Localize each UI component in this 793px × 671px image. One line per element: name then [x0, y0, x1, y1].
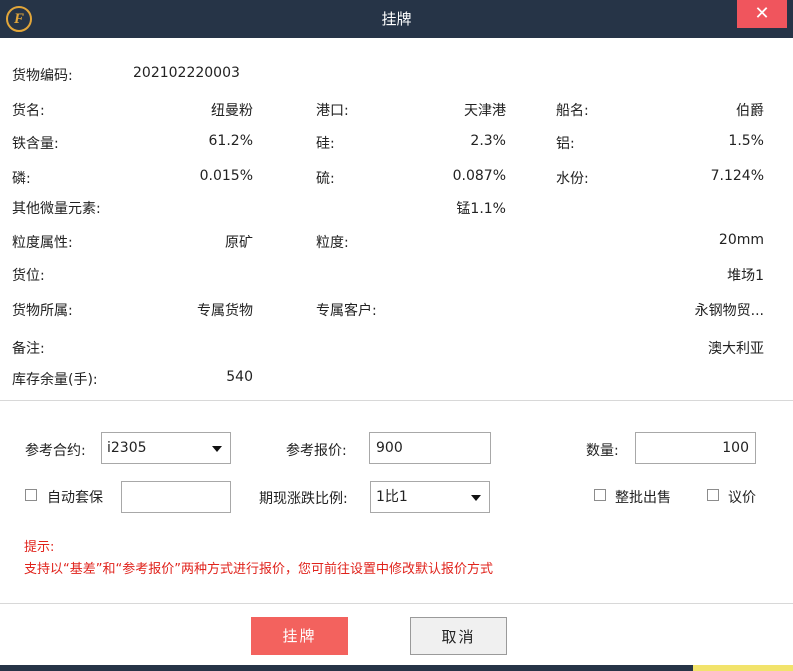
phosphorus-value: 0.015%	[199, 168, 253, 184]
iron-value: 61.2%	[208, 133, 253, 149]
title-bar: F 挂牌 ✕	[0, 0, 793, 38]
negotiable-label: 议价	[728, 490, 756, 506]
sulfur-value: 0.087%	[452, 168, 506, 184]
location-value: 堆场1	[727, 268, 764, 284]
contract-select[interactable]: i2305	[101, 432, 231, 464]
hint-title: 提示:	[24, 540, 55, 555]
price-label: 参考报价:	[286, 443, 347, 459]
stock-label: 库存余量(手):	[12, 372, 98, 388]
grain-attr-value: 原矿	[225, 235, 253, 251]
negotiable-checkbox[interactable]	[707, 489, 719, 501]
ratio-label: 期现涨跌比例:	[259, 491, 348, 507]
code-label: 货物编码:	[12, 68, 73, 84]
ship-label: 船名:	[556, 103, 589, 119]
phosphorus-label: 磷:	[12, 171, 31, 187]
ratio-select[interactable]: 1比1	[370, 481, 490, 513]
price-input[interactable]	[369, 432, 491, 464]
customer-value: 永钢物贸...	[694, 303, 764, 319]
ratio-selected-value: 1比1	[376, 489, 408, 505]
grain-attr-label: 粒度属性:	[12, 235, 73, 251]
silicon-value: 2.3%	[470, 133, 506, 149]
hint-text: 支持以“基差”和“参考报价”两种方式进行报价，您可前往设置中修改默认报价方式	[24, 562, 493, 577]
close-button[interactable]: ✕	[737, 0, 787, 28]
remark-value: 澳大利亚	[708, 341, 764, 357]
auto-hedge-label: 自动套保	[47, 490, 103, 506]
goods-info-panel: 货物编码: 202102220003 货名: 纽曼粉 港口: 天津港 船名: 伯…	[0, 38, 793, 398]
contract-label: 参考合约:	[25, 443, 86, 459]
silicon-label: 硅:	[316, 136, 335, 152]
owner-label: 货物所属:	[12, 303, 73, 319]
water-value: 7.124%	[710, 168, 764, 184]
trace-elements-value: 锰1.1%	[456, 201, 506, 217]
iron-label: 铁含量:	[12, 136, 59, 152]
auto-hedge-input[interactable]	[121, 481, 231, 513]
window-title: 挂牌	[381, 10, 412, 28]
location-label: 货位:	[12, 268, 45, 284]
aluminum-label: 铝:	[556, 136, 575, 152]
whole-batch-label: 整批出售	[615, 490, 671, 506]
owner-value: 专属货物	[197, 303, 253, 319]
remark-label: 备注:	[12, 341, 45, 357]
grain-size-label: 粒度:	[316, 235, 349, 251]
chevron-down-icon	[471, 495, 481, 501]
trace-elements-label: 其他微量元素:	[12, 201, 101, 217]
quantity-input[interactable]	[635, 432, 756, 464]
stock-value: 540	[226, 369, 253, 385]
taskbar-accent	[693, 665, 793, 671]
chevron-down-icon	[212, 446, 222, 452]
name-value: 纽曼粉	[211, 103, 253, 119]
cancel-button[interactable]: 取消	[410, 617, 507, 655]
sulfur-label: 硫:	[316, 171, 335, 187]
submit-button[interactable]: 挂牌	[251, 617, 348, 655]
contract-selected-value: i2305	[107, 440, 147, 456]
ship-value: 伯爵	[736, 103, 764, 119]
name-label: 货名:	[12, 103, 45, 119]
whole-batch-checkbox[interactable]	[594, 489, 606, 501]
auto-hedge-checkbox[interactable]	[25, 489, 37, 501]
water-label: 水份:	[556, 171, 589, 187]
footer-divider	[0, 603, 793, 604]
section-divider	[0, 400, 793, 401]
quantity-label: 数量:	[586, 443, 619, 459]
taskbar-strip	[0, 665, 793, 671]
port-label: 港口:	[316, 103, 349, 119]
aluminum-value: 1.5%	[728, 133, 764, 149]
grain-size-value: 20mm	[718, 232, 764, 248]
code-value: 202102220003	[133, 65, 240, 81]
customer-label: 专属客户:	[316, 303, 377, 319]
port-value: 天津港	[464, 103, 506, 119]
